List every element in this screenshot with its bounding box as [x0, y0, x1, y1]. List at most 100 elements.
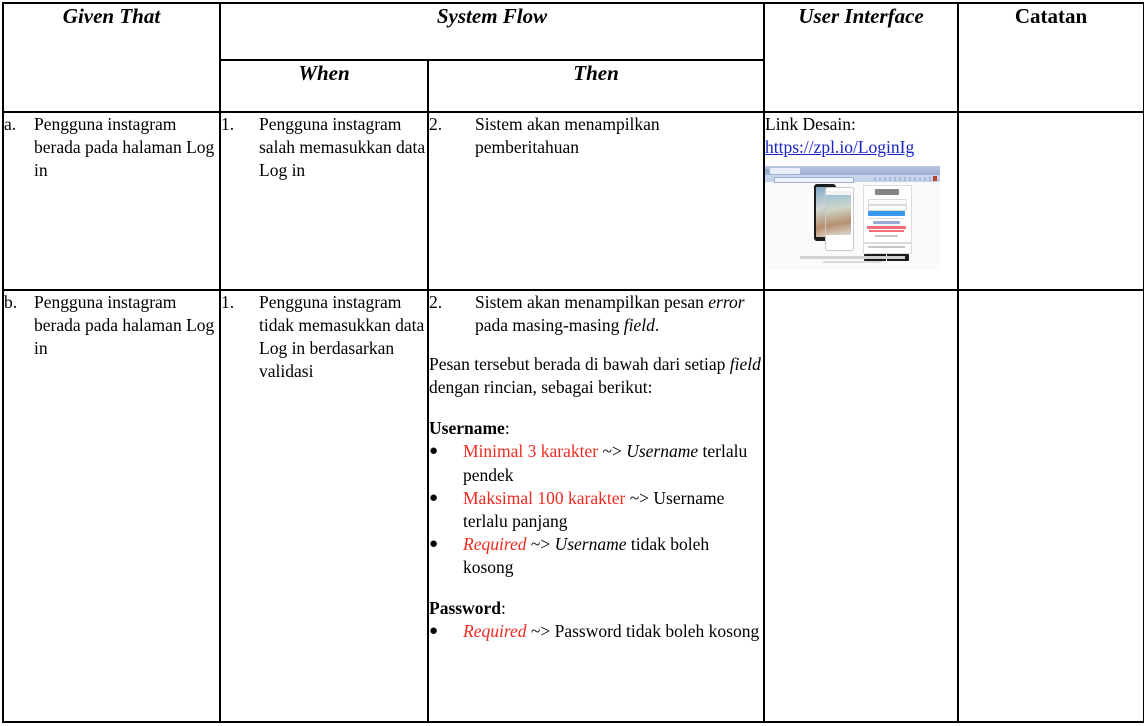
header-when: When [219, 59, 429, 113]
phone-mockup-footer [826, 235, 852, 249]
cell-then-2: 2. Sistem akan menampilkan pesan error p… [426, 289, 766, 723]
signup-card-preview [863, 243, 913, 255]
then-lead-emphasis-error: error [708, 292, 745, 312]
list-text: Pengguna instagram salah memasukkan data… [259, 114, 426, 181]
rule-arrow: ~> [526, 621, 555, 642]
header-user-interface: User Interface [763, 2, 960, 113]
list-marker: 1. [221, 114, 235, 134]
design-link[interactable]: https://zpl.io/LoginIg [765, 137, 914, 157]
list-item: 2. Sistem akan menampilkan pemberitahuan [429, 113, 763, 159]
rule-arrow: ~> [526, 533, 555, 554]
list-marker: 2. [429, 114, 443, 134]
list-text: Sistem akan menampilkan pemberitahuan [475, 114, 660, 158]
browser-address-field [774, 176, 855, 183]
rule-arrow: ~> [598, 441, 627, 462]
list-item: a. Pengguna instagram berada pada halama… [4, 113, 219, 182]
rule-arrow: ~> [625, 487, 654, 508]
facebook-login-preview [873, 221, 901, 225]
bullet-icon: ● [429, 535, 439, 552]
validation-rules-username: ● Minimal 3 karakter ~> Username terlalu… [429, 440, 763, 579]
rule-rest: Password tidak boleh kosong [554, 621, 760, 642]
bullet-icon: ● [429, 489, 439, 506]
section-title-password: Password: [429, 597, 763, 620]
rule-text: Required ~> Password tidak boleh kosong [463, 620, 763, 643]
cell-catatan-1 [957, 111, 1144, 291]
table-row: a. Pengguna instagram berada pada halama… [2, 111, 1144, 291]
then-lead-part3: . [654, 315, 660, 336]
list-marker: 2. [429, 292, 443, 312]
link-label: Link Desain: [765, 114, 856, 134]
instagram-logo-icon [875, 189, 900, 196]
error-message-preview [867, 226, 907, 229]
header-catatan: Catatan [957, 2, 1144, 113]
table-row: b. Pengguna instagram berada pada halama… [2, 289, 1144, 723]
browser-extension-icon [933, 176, 938, 182]
section-title-username: Username: [429, 417, 763, 440]
document-page: Given That System Flow User Interface Ca… [0, 2, 1144, 726]
rule-text: Minimal 3 karakter ~> Username terlalu p… [463, 440, 763, 486]
phone-mockup-photo [826, 195, 852, 236]
then-paragraph: Pesan tersebut berada di bawah dari seti… [429, 353, 763, 399]
divider [868, 218, 906, 220]
bullet-icon: ● [429, 623, 439, 640]
then-paragraph-part2: dengan rincian, sebagai berikut: [429, 377, 653, 398]
then-paragraph-emphasis-field: field [729, 354, 761, 375]
header-then: Then [426, 59, 766, 113]
list-text: Pengguna instagram berada pada halaman L… [34, 292, 215, 359]
cell-then-1: 2. Sistem akan menampilkan pemberitahuan [426, 111, 766, 291]
list-text: Sistem akan menampilkan pesan error pada… [475, 291, 763, 337]
cell-user-interface-2 [763, 289, 960, 723]
list-marker: 1. [221, 292, 235, 312]
cell-given-that-b: b. Pengguna instagram berada pada halama… [2, 289, 221, 723]
rule-condition: Maksimal 100 karakter [463, 487, 626, 508]
list-item: 2. Sistem akan menampilkan pesan error p… [429, 291, 763, 337]
list-item: ● Required ~> Password tidak boleh koson… [429, 620, 763, 643]
rule-emphasis: Username [626, 441, 699, 462]
list-item: 1. Pengguna instagram tidak memasukkan d… [221, 291, 427, 383]
list-item: ● Maksimal 100 karakter ~> Username terl… [429, 487, 763, 533]
rule-emphasis: Username [554, 533, 627, 554]
cell-when-2: 1. Pengguna instagram tidak memasukkan d… [219, 289, 429, 723]
section-title-text: Password [429, 598, 501, 619]
use-case-spec-table: Given That System Flow User Interface Ca… [2, 2, 1144, 723]
page-footer-copyright-preview [823, 261, 883, 264]
cell-user-interface-1: Link Desain: https://zpl.io/LoginIg [763, 111, 960, 291]
list-item: ● Minimal 3 karakter ~> Username terlalu… [429, 440, 763, 486]
rule-condition: Minimal 3 karakter [463, 441, 599, 462]
page-footer-links-preview [800, 256, 906, 259]
then-lead-part1: Sistem akan menampilkan pesan [475, 292, 709, 312]
cell-given-that-a: a. Pengguna instagram berada pada halama… [2, 111, 221, 291]
validation-rules-password: ● Required ~> Password tidak boleh koson… [429, 620, 763, 643]
then-lead-emphasis-field: field [623, 315, 655, 336]
list-item: 1. Pengguna instagram salah memasukkan d… [221, 113, 427, 182]
list-item: b. Pengguna instagram berada pada halama… [4, 291, 219, 360]
list-text: Pengguna instagram tidak memasukkan data… [259, 292, 425, 382]
browser-toolbar-icons [874, 176, 937, 181]
rule-condition-required: Required [463, 533, 527, 554]
header-given-that: Given That [2, 2, 221, 113]
cell-when-1: 1. Pengguna instagram salah memasukkan d… [219, 111, 429, 291]
design-preview-thumbnail[interactable] [765, 166, 941, 271]
rule-text: Maksimal 100 karakter ~> Username terlal… [463, 487, 763, 533]
login-button-preview [868, 211, 906, 217]
list-marker: a. [4, 114, 17, 134]
bullet-icon: ● [429, 443, 439, 460]
header-system-flow: System Flow [218, 2, 766, 61]
rule-text: Required ~> Username tidak boleh kosong [463, 533, 763, 579]
window-control-dots-icon [766, 168, 770, 172]
rule-condition-required: Required [463, 621, 527, 642]
browser-tab [770, 167, 801, 174]
signup-text-preview [868, 246, 906, 249]
cell-catatan-2 [957, 289, 1144, 723]
list-marker: b. [4, 292, 18, 312]
forgot-password-preview [875, 235, 899, 238]
section-title-text: Username [429, 418, 505, 439]
error-message-preview [869, 229, 905, 233]
list-item: ● Required ~> Username tidak boleh koson… [429, 533, 763, 579]
then-lead-part2: pada masing-masing [475, 315, 624, 336]
section-title-colon: : [500, 598, 506, 619]
header-row-top: Given That System Flow User Interface Ca… [2, 2, 1144, 113]
list-text: Pengguna instagram berada pada halaman L… [34, 114, 215, 181]
section-title-colon: : [504, 418, 510, 439]
then-paragraph-part1: Pesan tersebut berada di bawah dari seti… [429, 354, 730, 375]
